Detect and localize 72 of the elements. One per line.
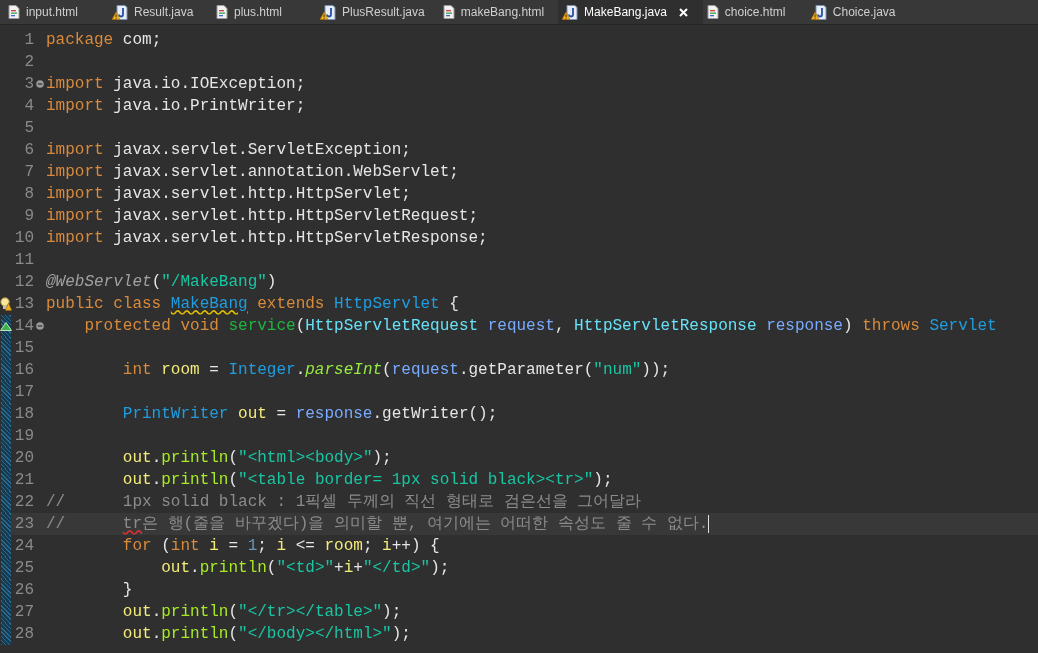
- code-line: import java.io.PrintWriter;: [46, 96, 306, 117]
- line-number: 12: [13, 272, 34, 293]
- code-line: }: [121, 580, 133, 601]
- code-line: import javax.servlet.http.HttpServletRequest;: [46, 206, 479, 227]
- line-number: 11: [13, 250, 34, 271]
- line-number: 17: [13, 382, 34, 403]
- editor-tab[interactable]: Result.java: [108, 0, 212, 24]
- line-number: 4: [23, 96, 34, 117]
- editor-tab[interactable]: input.html: [4, 0, 108, 24]
- line-number: 6: [23, 140, 34, 161]
- code-line: out.println("</body></html>");: [121, 624, 411, 645]
- code-line: // 1px solid black : 1픽셀 두께의 직선 형태로 검은선을 그어달라: [46, 492, 642, 513]
- line-number: 22: [13, 492, 34, 513]
- line-number: 24: [13, 536, 34, 557]
- line-number: 27: [13, 602, 34, 623]
- override-triangle-icon[interactable]: [0, 321, 12, 331]
- code-line: protected void service(HttpServletRequest request, HttpServletResponse response) throws Servlet: [83, 316, 997, 337]
- line-number: 3: [23, 74, 34, 95]
- line-number: 20: [13, 448, 34, 469]
- java-file-warning-icon: [810, 4, 827, 20]
- line-number: 16: [13, 360, 34, 381]
- line-number: 28: [13, 624, 34, 645]
- code-line: import javax.servlet.http.HttpServlet;: [46, 184, 411, 205]
- lightbulb-warning-icon[interactable]: [0, 297, 12, 311]
- html-file-icon: [216, 5, 228, 19]
- code-line: package com;: [46, 30, 162, 51]
- java-file-warning-icon: [562, 4, 579, 20]
- html-file-icon: [8, 5, 20, 19]
- line-number: 21: [13, 470, 34, 491]
- html-file-icon: [442, 5, 455, 19]
- line-number: 18: [13, 404, 34, 425]
- editor-tab[interactable]: PlusResult.java: [316, 0, 439, 24]
- code-line: import javax.servlet.annotation.WebServlet;: [46, 162, 459, 183]
- editor-tab[interactable]: Choice.java: [806, 0, 911, 24]
- code-line: for (int i = 1; i <= room; i++) {: [121, 536, 440, 557]
- editor-tab[interactable]: plus.html: [212, 0, 316, 24]
- code-line: out.println("<html><body>");: [121, 448, 392, 469]
- line-number: 15: [13, 338, 34, 359]
- line-number: 1: [23, 30, 34, 51]
- editor-tab[interactable]: MakeBang.java: [558, 0, 703, 24]
- fold-toggle-icon[interactable]: [36, 80, 44, 88]
- line-number: 2: [23, 52, 34, 73]
- code-line: // tr은 행(줄을 바꾸겠다)을 의미할 뿐, 여기에는 어떠한 속성도 줄 수 없다.: [46, 513, 710, 535]
- code-line: import java.io.IOException;: [46, 74, 306, 95]
- code-line: out.println("<td>"+i+"</td>");: [160, 558, 450, 579]
- code-line: int room = Integer.parseInt(request.getParameter("num"));: [121, 360, 671, 381]
- code-line: PrintWriter out = response.getWriter();: [121, 404, 498, 425]
- line-number: 25: [13, 558, 34, 579]
- line-number: 19: [13, 426, 34, 447]
- line-number: 14: [13, 316, 34, 337]
- line-number: 13: [13, 294, 34, 315]
- line-number: 5: [23, 118, 34, 139]
- line-number: 10: [13, 228, 34, 249]
- close-icon: [679, 7, 689, 17]
- editor-tab[interactable]: choice.html: [702, 0, 807, 24]
- code-line: import javax.servlet.ServletException;: [46, 140, 411, 161]
- html-file-icon: [706, 5, 719, 19]
- line-number: 23: [13, 514, 34, 535]
- close-button[interactable]: [678, 7, 689, 17]
- fold-toggle-icon[interactable]: [36, 322, 44, 330]
- java-file-warning-icon: [112, 4, 128, 20]
- code-line: out.println("</tr></table>");: [121, 602, 402, 623]
- line-number: 9: [23, 206, 34, 227]
- code-line: public class MakeBang extends HttpServlet {: [46, 294, 459, 315]
- editor-tab[interactable]: makeBang.html: [438, 0, 559, 24]
- line-number: 7: [23, 162, 34, 183]
- line-number: 26: [13, 580, 34, 601]
- code-line: import javax.servlet.http.HttpServletResponse;: [46, 228, 488, 249]
- line-number: 8: [23, 184, 34, 205]
- code-line: @WebServlet("/MakeBang"): [46, 272, 277, 293]
- java-file-warning-icon: [320, 4, 336, 20]
- code-line: out.println("<table border= 1px solid black><tr>");: [121, 470, 613, 491]
